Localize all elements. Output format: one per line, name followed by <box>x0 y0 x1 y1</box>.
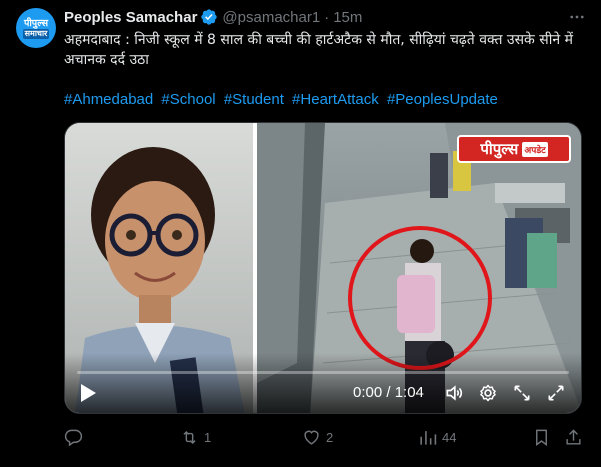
progress-bar[interactable] <box>77 371 569 374</box>
share-icon <box>566 428 581 445</box>
bookmark-button[interactable] <box>532 425 551 449</box>
hashtag-list: #Ahmedabad #School #Student #HeartAttack… <box>64 90 588 110</box>
verified-badge-icon[interactable] <box>200 8 218 26</box>
retweet-button[interactable]: 1 <box>180 425 211 449</box>
reply-button[interactable] <box>64 425 88 449</box>
video-player[interactable]: पीपुल्स अपडेट 0:00 / 1:04 <box>64 122 582 414</box>
badge-main-text: पीपुल्स <box>480 140 519 158</box>
hashtag-link[interactable]: #Student <box>224 91 284 108</box>
views-count: 44 <box>442 429 457 445</box>
avatar-line1: पीपुल्स <box>23 17 49 29</box>
user-handle[interactable]: @psamachar1 <box>222 9 320 26</box>
news-badge: पीपुल्स अपडेट <box>457 135 571 163</box>
volume-icon[interactable] <box>443 383 465 403</box>
tweet-text: अहमदाबाद : निजी स्कूल में 8 साल की बच्ची… <box>64 32 573 68</box>
expand-icon[interactable] <box>511 383 533 403</box>
like-button[interactable]: 2 <box>302 425 333 449</box>
hashtag-link[interactable]: #PeoplesUpdate <box>387 91 498 108</box>
badge-sub-text: अपडेट <box>522 141 548 157</box>
separator-dot: · <box>324 8 330 26</box>
hashtag-link[interactable]: #HeartAttack <box>292 91 379 108</box>
retweet-icon <box>183 430 196 444</box>
settings-icon[interactable] <box>477 383 499 403</box>
tweet-header: Peoples Samachar @psamachar1 · 15m <box>64 7 362 27</box>
action-bar: 1 2 44 <box>64 425 588 449</box>
hashtag-link[interactable]: #Ahmedabad <box>64 91 153 108</box>
retweet-count: 1 <box>204 429 212 445</box>
video-controls: 0:00 / 1:04 <box>65 353 581 413</box>
reply-icon <box>64 429 83 446</box>
share-button[interactable] <box>564 425 583 449</box>
bookmark-icon <box>536 429 547 446</box>
more-icon[interactable] <box>567 8 587 26</box>
play-icon[interactable] <box>79 383 97 403</box>
views-icon <box>420 430 437 445</box>
tweet[interactable]: पीपुल्स समाचार Peoples Samachar @psamach… <box>0 0 601 467</box>
like-count: 2 <box>326 429 334 445</box>
timestamp[interactable]: 15m <box>333 9 362 26</box>
avatar[interactable]: पीपुल्स समाचार <box>16 8 56 48</box>
display-name[interactable]: Peoples Samachar <box>64 9 197 26</box>
fullscreen-icon[interactable] <box>545 383 567 403</box>
avatar-line2: समाचार <box>22 28 50 39</box>
hashtag-link[interactable]: #School <box>161 91 215 108</box>
views-button[interactable]: 44 <box>418 425 456 449</box>
like-icon <box>304 430 319 445</box>
video-timecode: 0:00 / 1:04 <box>353 384 424 401</box>
